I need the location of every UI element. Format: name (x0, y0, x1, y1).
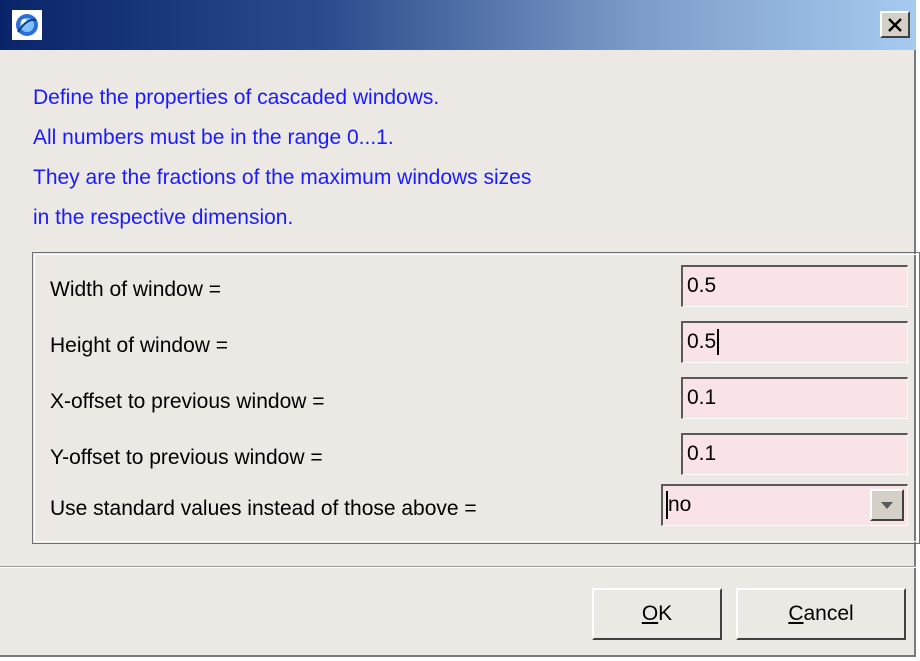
info-text-line-1: Define the properties of cascaded window… (33, 86, 440, 109)
y-offset-input[interactable]: 0.1 (681, 433, 908, 475)
cancel-mnemonic: C (788, 602, 804, 625)
info-text-line-2: All numbers must be in the range 0...1. (33, 126, 394, 149)
app-logo-icon (12, 10, 42, 40)
width-label: Width of window = (50, 278, 221, 301)
width-input-value: 0.5 (687, 274, 717, 297)
ok-button[interactable]: OK (592, 588, 722, 640)
height-input-value: 0.5 (687, 330, 717, 353)
ok-mnemonic: O (641, 602, 659, 625)
standard-values-select[interactable]: no (661, 484, 908, 526)
y-offset-input-value: 0.1 (687, 442, 717, 465)
button-bar-divider (0, 566, 916, 568)
cascade-properties-dialog: Define the properties of cascaded window… (0, 0, 920, 657)
standard-values-selected: no (668, 493, 692, 516)
ok-label-rest: K (658, 602, 673, 625)
title-bar[interactable] (0, 0, 916, 50)
width-input[interactable]: 0.5 (681, 265, 908, 307)
x-offset-label: X-offset to previous window = (50, 390, 325, 413)
close-button[interactable] (880, 11, 910, 38)
cancel-button[interactable]: Cancel (736, 588, 906, 640)
close-icon (888, 17, 902, 32)
text-cursor (717, 329, 720, 356)
info-text-line-4: in the respective dimension. (33, 206, 294, 229)
cancel-label-rest: ancel (803, 602, 854, 625)
x-offset-input[interactable]: 0.1 (681, 377, 908, 419)
height-input[interactable]: 0.5 (681, 321, 908, 363)
info-text-line-3: They are the fractions of the maximum wi… (33, 166, 532, 189)
standard-values-label: Use standard values instead of those abo… (50, 497, 477, 520)
y-offset-label: Y-offset to previous window = (50, 446, 323, 469)
height-label: Height of window = (50, 334, 229, 357)
x-offset-input-value: 0.1 (687, 386, 717, 409)
chevron-down-icon (881, 502, 893, 509)
dropdown-arrow-button[interactable] (870, 489, 904, 521)
